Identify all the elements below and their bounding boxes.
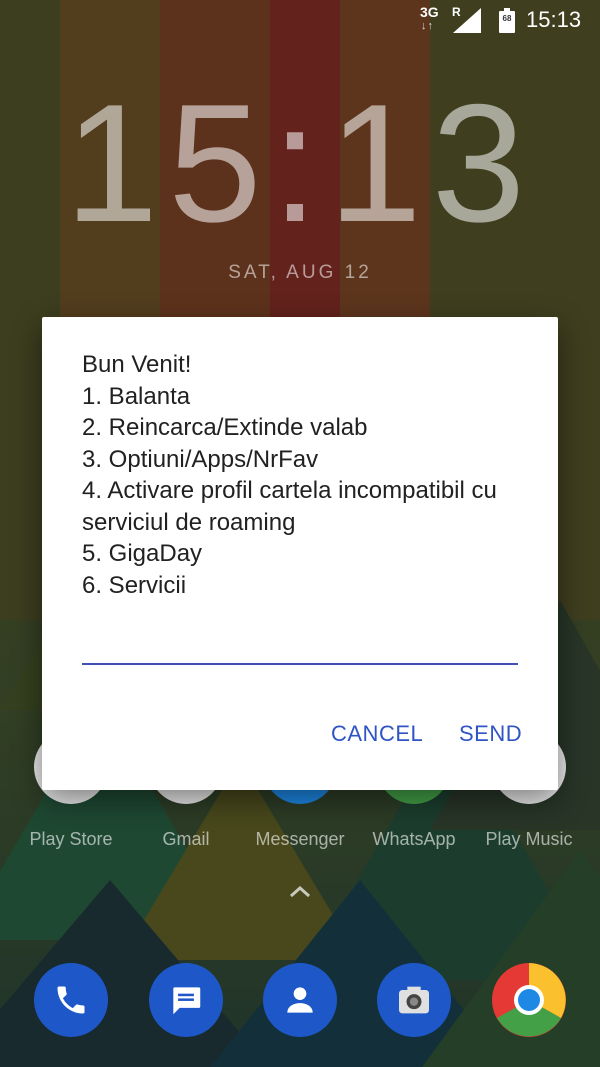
message-line: 5. GigaDay — [82, 540, 203, 567]
message-line: 3. Optiuni/Apps/NrFav — [82, 445, 319, 473]
cancel-button[interactable]: CANCEL — [331, 721, 423, 747]
roaming-indicator: R — [452, 5, 461, 19]
data-activity-icon: ↓↑ — [421, 20, 434, 32]
message-line: Bun Venit! — [82, 351, 192, 378]
phone-icon[interactable] — [34, 963, 108, 1037]
app-drawer-chevron-icon[interactable] — [285, 882, 315, 902]
dialog-message: Bun Venit! 1. Balanta 2. Reincarca/Extin… — [82, 349, 532, 601]
messages-icon[interactable] — [149, 963, 223, 1037]
message-line: 6. Servicii — [82, 571, 187, 599]
app-label-play-music[interactable]: Play Music — [469, 829, 589, 850]
battery-icon: 68 — [499, 8, 515, 33]
lock-date: SAT, AUG 12 — [228, 262, 372, 283]
app-label-whatsapp[interactable]: WhatsApp — [354, 829, 474, 850]
message-line: 4. Activare profil cartela incompatibil … — [82, 477, 497, 536]
camera-icon[interactable] — [377, 963, 451, 1037]
reply-input-underline — [82, 663, 518, 665]
reply-input[interactable] — [82, 622, 518, 662]
message-line: 1. Balanta — [82, 382, 191, 410]
app-label-gmail[interactable]: Gmail — [126, 829, 246, 850]
send-button[interactable]: SEND — [459, 721, 522, 747]
message-line: 2. Reincarca/Extinde valab — [82, 414, 368, 441]
status-bar: 3G ↓↑ R 68 15:13 — [0, 0, 600, 40]
battery-level: 68 — [502, 14, 512, 23]
status-time: 15:13 — [526, 7, 582, 32]
chrome-icon[interactable] — [492, 963, 566, 1037]
contacts-icon[interactable] — [263, 963, 337, 1037]
lock-clock: 15:13 — [64, 69, 536, 257]
app-label-play-store[interactable]: Play Store — [11, 829, 131, 850]
app-label-messenger[interactable]: Messenger — [240, 829, 360, 850]
network-type: 3G — [420, 4, 439, 20]
ussd-dialog: Bun Venit! 1. Balanta 2. Reincarca/Extin… — [42, 317, 558, 790]
